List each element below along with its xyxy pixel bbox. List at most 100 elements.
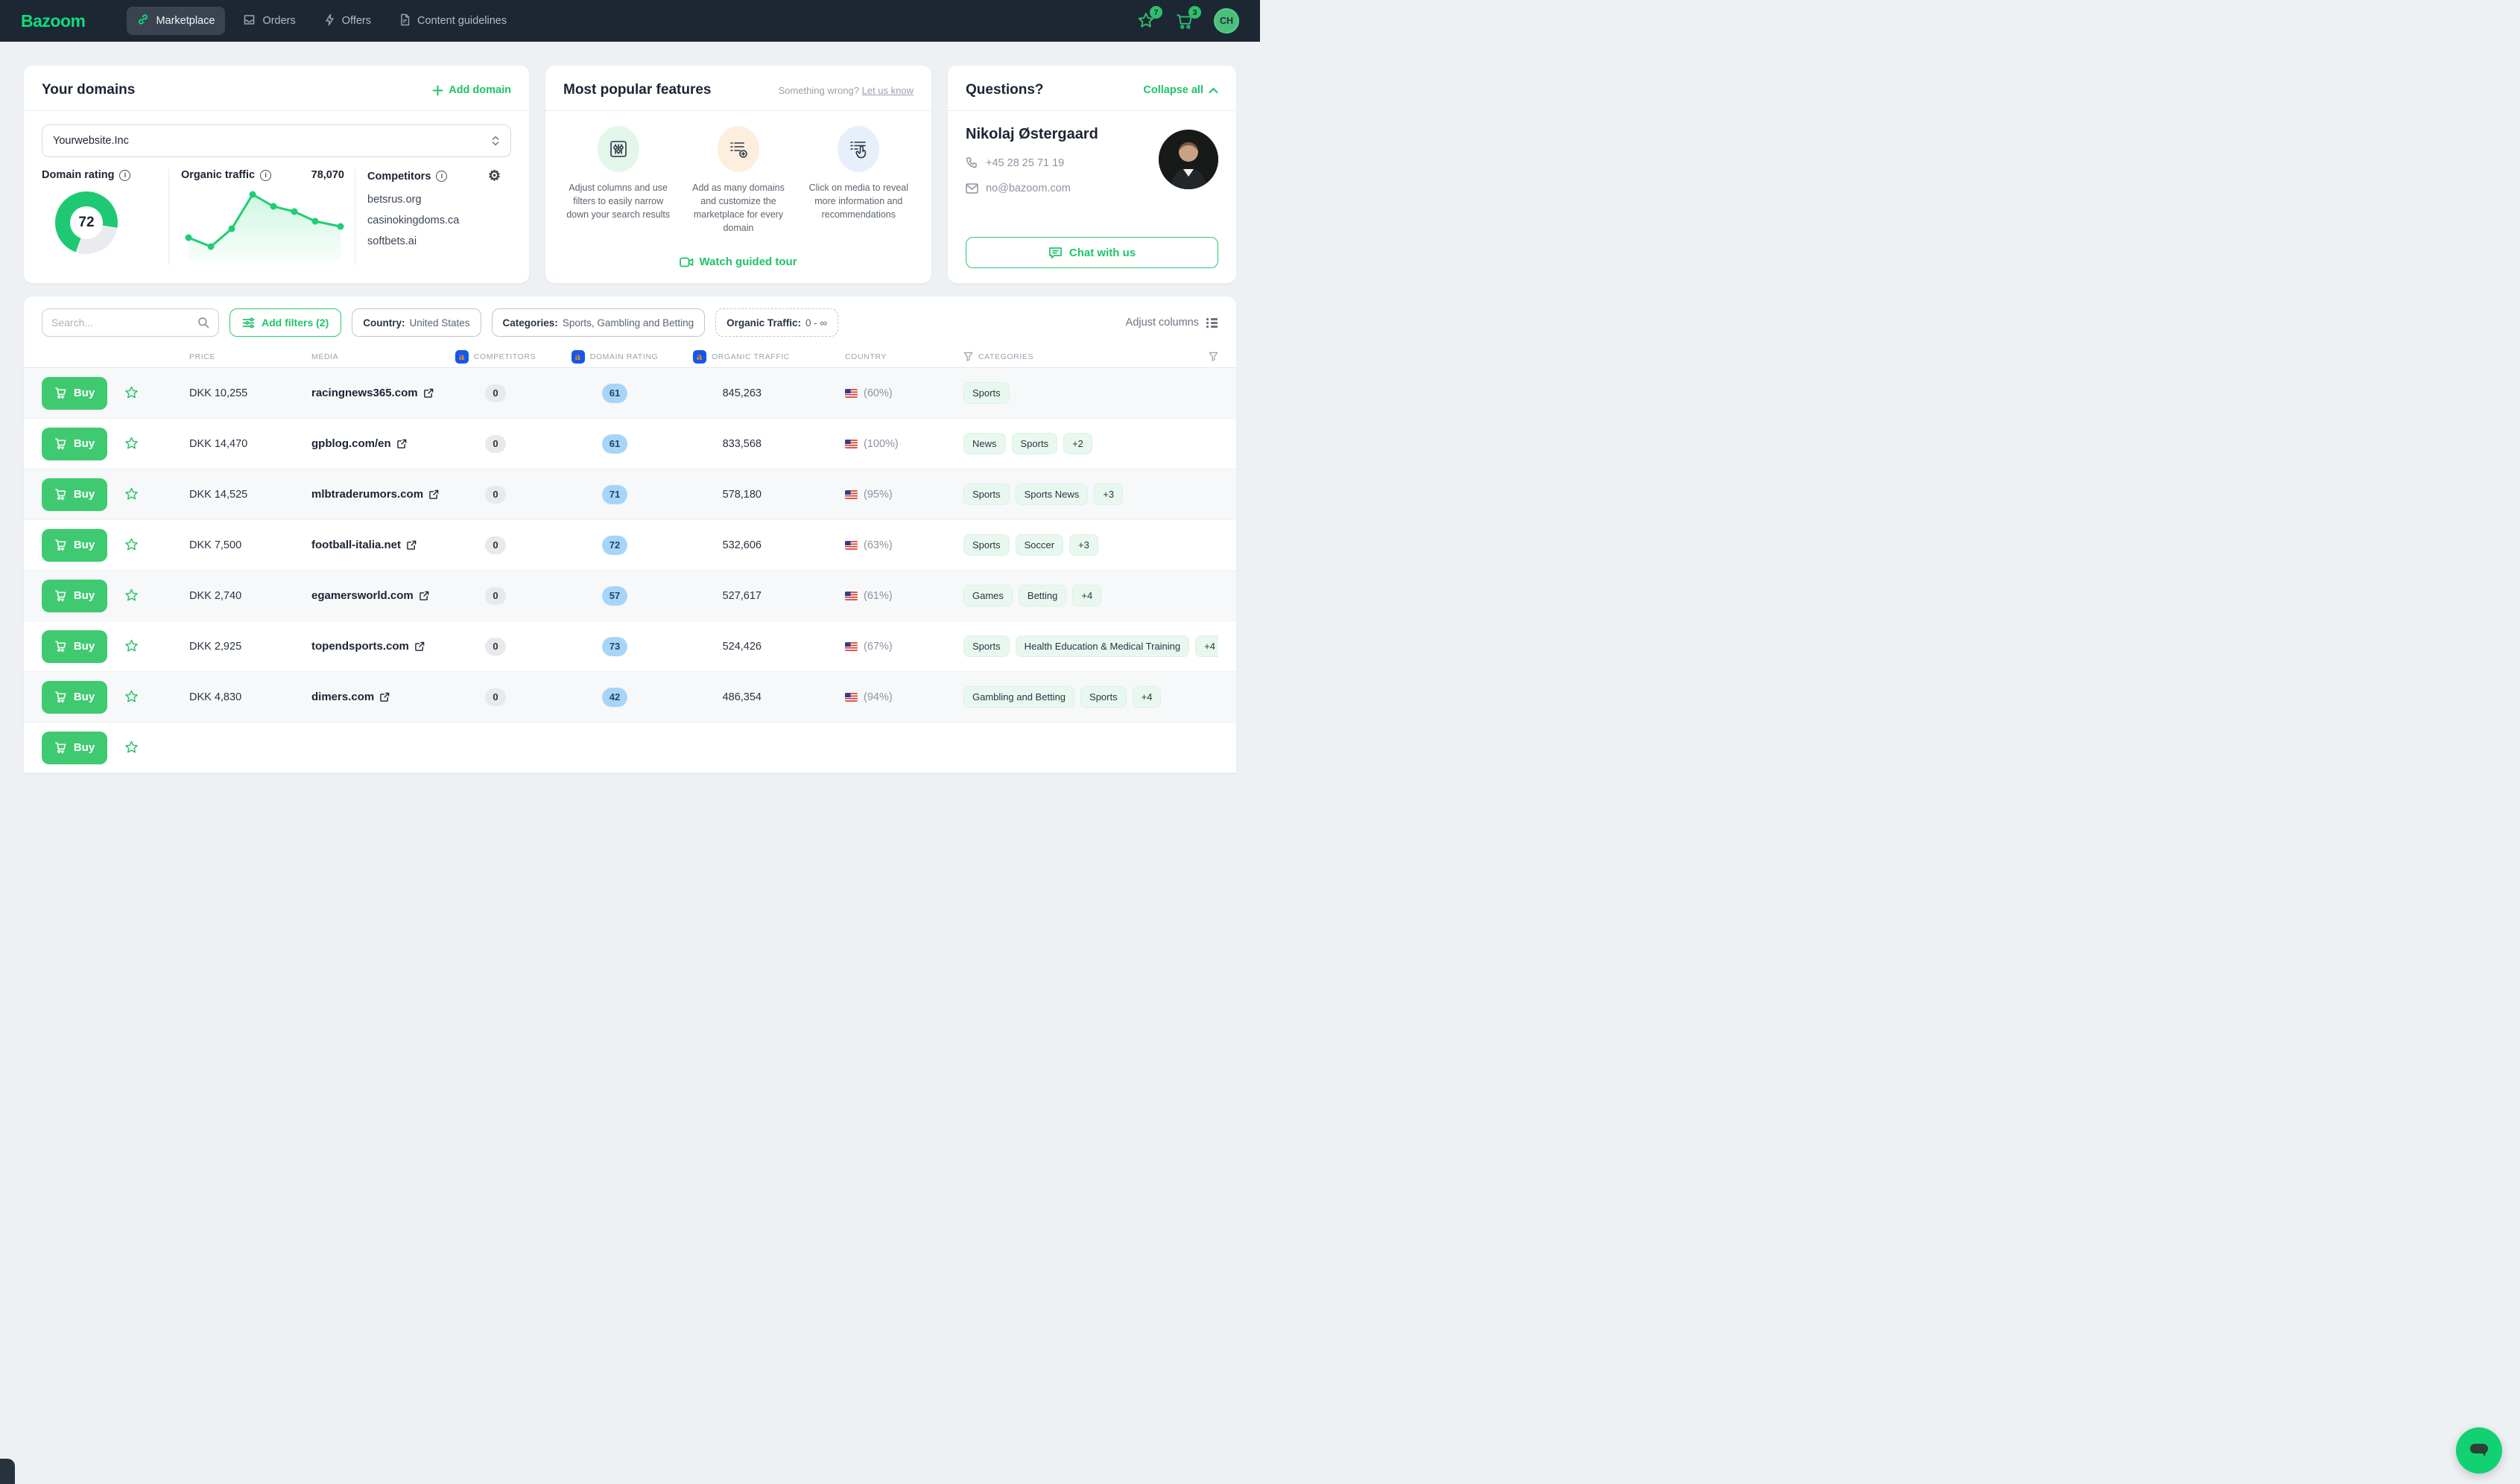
let-us-know-link[interactable]: Let us know (862, 85, 914, 96)
column-header-media[interactable]: MEDIA (246, 352, 440, 361)
favorite-star-button[interactable] (124, 638, 156, 654)
category-chip: Sports (963, 534, 1010, 556)
column-header-domain-rating[interactable]: aDOMAIN RATING (551, 350, 678, 364)
corner-widget-sliver[interactable] (0, 1459, 15, 1484)
domain-link[interactable]: football-italia.net (311, 539, 401, 551)
external-link-icon[interactable] (397, 439, 407, 448)
domain-link[interactable]: topendsports.com (311, 640, 409, 653)
contact-phone[interactable]: +45 28 25 71 19 (986, 157, 1064, 169)
column-header-organic-traffic[interactable]: aORGANIC TRAFFIC (678, 350, 805, 364)
questions-title: Questions? (966, 82, 1044, 98)
user-avatar[interactable]: CH (1214, 8, 1239, 34)
us-flag-icon (845, 490, 858, 499)
favorite-star-button[interactable] (124, 537, 156, 553)
categories-filter-chip[interactable]: Categories:Sports, Gambling and Betting (492, 308, 706, 337)
features-title: Most popular features (563, 82, 711, 98)
category-chip: Sports (1012, 433, 1058, 454)
favorite-star-button[interactable] (124, 689, 156, 705)
add-domain-button[interactable]: Add domain (432, 84, 511, 96)
external-link-icon[interactable] (407, 540, 417, 550)
buy-button[interactable]: Buy (42, 478, 107, 511)
organic-traffic-value: 78,070 (311, 169, 344, 181)
cart-plus-icon (54, 539, 67, 551)
buy-button[interactable]: Buy (42, 732, 107, 764)
external-link-icon[interactable] (420, 591, 429, 600)
domain-link[interactable]: gpblog.com/en (311, 437, 391, 450)
competitors-pill: 0 (485, 384, 506, 402)
cart-button[interactable]: 3 (1175, 11, 1194, 31)
table-body: Buy DKK 10,255 racingnews365.com 0 61 84… (24, 368, 1236, 773)
tab-marketplace[interactable]: Marketplace (127, 7, 225, 35)
favorites-button[interactable]: 7 (1136, 11, 1156, 31)
category-chip: +3 (1069, 534, 1098, 556)
column-header-country[interactable]: COUNTRY (805, 352, 931, 361)
cart-count-badge: 3 (1188, 6, 1201, 19)
domain-link[interactable]: mlbtraderumors.com (311, 488, 423, 501)
domain-rating-donut: 72 (55, 191, 118, 254)
competitor-item[interactable]: betsrus.org (367, 194, 501, 206)
domain-link[interactable]: egamersworld.com (311, 589, 414, 602)
external-link-icon[interactable] (424, 388, 434, 398)
category-chip: Sports (963, 382, 1010, 404)
media-cell[interactable]: mlbtraderumors.com (246, 488, 440, 501)
info-icon[interactable]: i (436, 171, 447, 182)
search-icon (197, 317, 209, 329)
search-input[interactable] (51, 317, 191, 329)
organic-traffic-sparkline (181, 184, 351, 261)
country-cell: (94%) (805, 691, 931, 703)
competitor-item[interactable]: softbets.ai (367, 235, 501, 247)
column-header-categories[interactable]: CATEGORIES (931, 352, 1218, 361)
country-filter-chip[interactable]: Country:United States (352, 308, 481, 337)
media-cell[interactable]: football-italia.net (246, 539, 440, 551)
favorite-star-button[interactable] (124, 486, 156, 502)
buy-button[interactable]: Buy (42, 428, 107, 460)
info-icon[interactable]: i (119, 170, 130, 181)
buy-button[interactable]: Buy (42, 681, 107, 714)
media-cell[interactable]: egamersworld.com (246, 589, 440, 602)
table-row: Buy DKK 14,525 mlbtraderumors.com 0 71 5… (24, 469, 1236, 520)
domain-link[interactable]: racingnews365.com (311, 387, 418, 399)
buy-button[interactable]: Buy (42, 529, 107, 562)
favorite-star-button[interactable] (124, 740, 156, 755)
country-cell: (95%) (805, 489, 931, 501)
domain-rating-pill: 61 (602, 384, 627, 403)
info-icon[interactable]: i (260, 170, 271, 181)
column-header-competitors[interactable]: aCOMPETITORS (440, 350, 551, 364)
contact-email[interactable]: no@bazoom.com (986, 183, 1071, 194)
external-link-icon[interactable] (380, 692, 390, 702)
external-link-icon[interactable] (415, 641, 425, 651)
competitor-item[interactable]: casinokingdoms.ca (367, 215, 501, 226)
funnel-icon[interactable] (1209, 352, 1218, 361)
external-link-icon[interactable] (429, 489, 439, 499)
organic-traffic-filter-chip[interactable]: Organic Traffic:0 - ∞ (715, 308, 838, 337)
tab-content-guidelines[interactable]: Content guidelines (389, 7, 517, 36)
favorite-star-button[interactable] (124, 588, 156, 603)
buy-button[interactable]: Buy (42, 580, 107, 612)
chat-widget-button[interactable] (2456, 1427, 2502, 1474)
tab-offers[interactable]: Offers (314, 7, 382, 36)
column-header-price[interactable]: PRICE (156, 352, 246, 361)
domain-link[interactable]: dimers.com (311, 691, 374, 703)
table-row: Buy DKK 4,830 dimers.com 0 42 486,354 (9… (24, 672, 1236, 723)
adjust-columns-button[interactable]: Adjust columns (1126, 317, 1218, 329)
buy-button[interactable]: Buy (42, 377, 107, 410)
video-camera-icon (680, 257, 694, 267)
chat-with-us-button[interactable]: Chat with us (966, 237, 1218, 268)
organic-traffic-section: Organic traffic i 78,070 (168, 169, 355, 265)
media-cell[interactable]: topendsports.com (246, 640, 440, 653)
organic-traffic-cell: 578,180 (678, 489, 805, 501)
media-cell[interactable]: gpblog.com/en (246, 437, 440, 450)
favorite-star-button[interactable] (124, 385, 156, 401)
categories-cell: Sports (931, 382, 1218, 404)
tab-orders[interactable]: Orders (232, 7, 305, 36)
favorite-star-button[interactable] (124, 436, 156, 451)
gear-icon[interactable]: ⚙ (488, 169, 501, 183)
bazoom-logo[interactable]: Bazoom (21, 11, 85, 31)
collapse-all-button[interactable]: Collapse all (1143, 84, 1218, 96)
add-filters-button[interactable]: Add filters (2) (229, 308, 341, 337)
buy-button[interactable]: Buy (42, 630, 107, 663)
media-cell[interactable]: racingnews365.com (246, 387, 440, 399)
domain-select[interactable]: Yourwebsite.Inc (42, 124, 511, 157)
media-cell[interactable]: dimers.com (246, 691, 440, 703)
watch-guided-tour-link[interactable]: Watch guided tour (680, 256, 797, 268)
